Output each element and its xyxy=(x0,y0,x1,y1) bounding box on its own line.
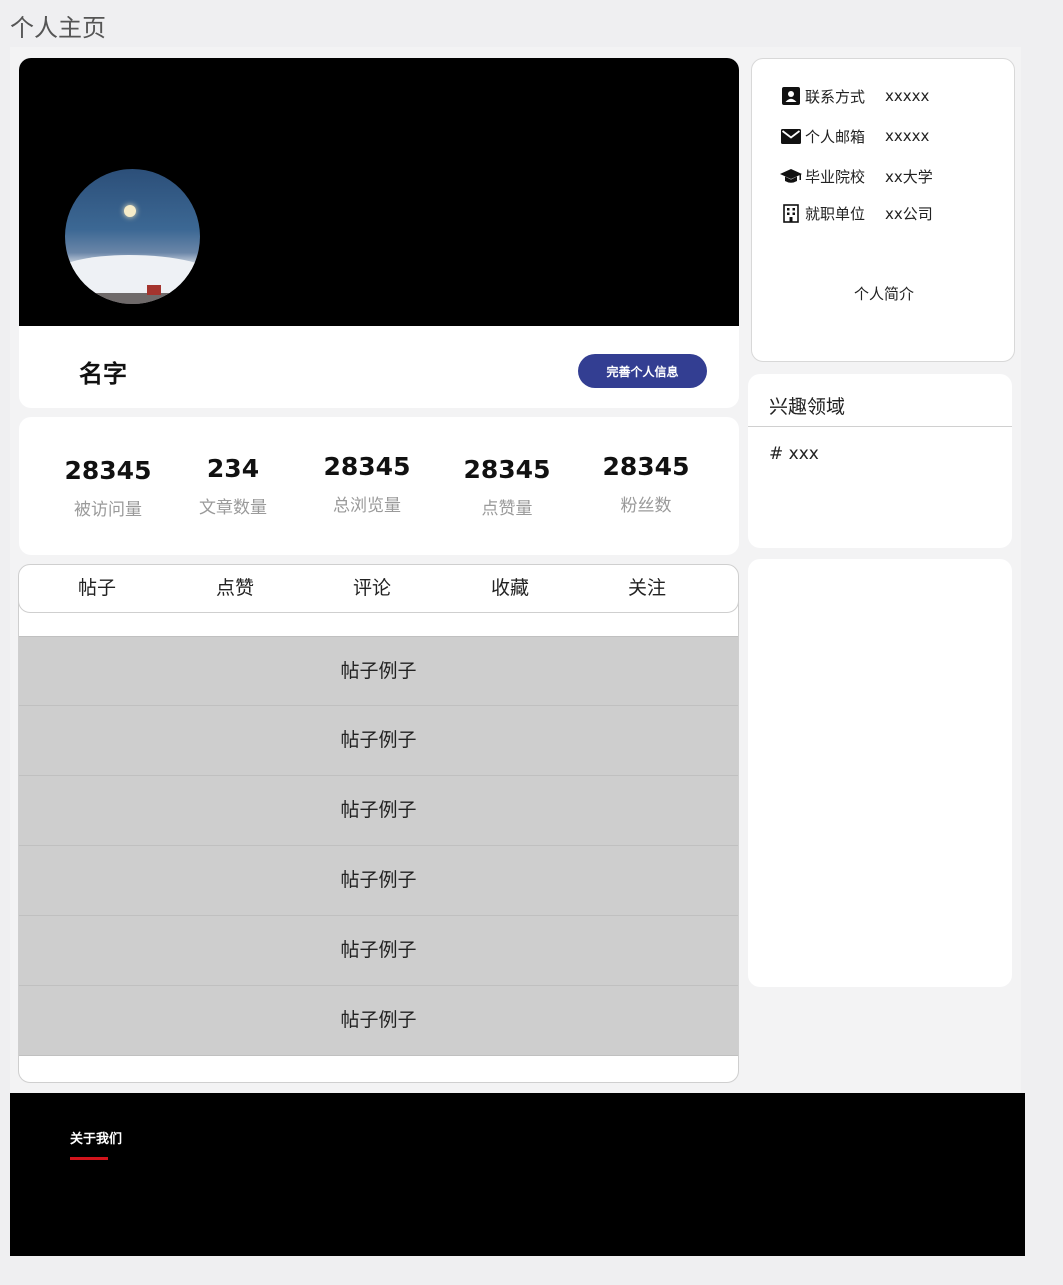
footer-underline xyxy=(70,1157,108,1160)
stat-label: 粉丝数 xyxy=(620,496,672,516)
profile-card: 名字 完善个人信息 xyxy=(19,58,739,408)
info-key: 毕业院校 xyxy=(805,167,866,186)
list-item[interactable]: 帖子例子 xyxy=(19,916,738,986)
about-us-link[interactable]: 关于我们 xyxy=(70,1128,122,1147)
avatar[interactable] xyxy=(65,169,200,304)
sidebar-panel xyxy=(748,559,1012,987)
edit-profile-button[interactable]: 完善个人信息 xyxy=(578,354,707,388)
stat-value: 28345 xyxy=(463,455,551,484)
moon-graphic xyxy=(124,205,136,217)
list-item[interactable]: 帖子例子 xyxy=(19,986,738,1056)
stat-followers: 28345 粉丝数 xyxy=(586,451,706,516)
list-item[interactable]: 帖子例子 xyxy=(19,776,738,846)
footer: 关于我们 xyxy=(10,1093,1025,1256)
interests-card: 兴趣领域 # xxx xyxy=(748,374,1012,548)
stat-value: 234 xyxy=(206,454,260,483)
post-list: 帖子例子 帖子例子 帖子例子 帖子例子 帖子例子 帖子例子 xyxy=(19,636,738,1056)
intro-label: 个人简介 xyxy=(853,285,914,303)
info-key: 就职单位 xyxy=(805,204,866,223)
info-row-email: 个人邮箱 xxxxx xyxy=(780,125,929,147)
stat-views: 28345 总浏览量 xyxy=(307,451,427,516)
list-item[interactable]: 帖子例子 xyxy=(19,846,738,916)
stats-card: 28345 被访问量 234 文章数量 28345 总浏览量 28345 点赞量… xyxy=(19,417,739,555)
tab-comments[interactable]: 评论 xyxy=(317,565,427,612)
personal-info-card: 联系方式 xxxxx 个人邮箱 xxxxx 毕业院校 xx大学 就职单位 xx公… xyxy=(751,58,1015,362)
list-item[interactable]: 帖子例子 xyxy=(19,706,738,776)
info-key: 个人邮箱 xyxy=(805,127,866,146)
contact-card-icon xyxy=(780,86,802,106)
house-graphic xyxy=(147,285,161,295)
info-key: 联系方式 xyxy=(805,87,866,106)
stat-articles: 234 文章数量 xyxy=(173,453,293,518)
info-row-company: 就职单位 xx公司 xyxy=(780,202,933,224)
building-icon xyxy=(780,203,802,223)
stat-visits: 28345 被访问量 xyxy=(48,455,168,520)
graduation-cap-icon xyxy=(780,166,802,186)
content-tabs: 帖子 点赞 评论 收藏 关注 xyxy=(18,564,739,613)
stat-value: 28345 xyxy=(64,456,152,485)
tab-posts[interactable]: 帖子 xyxy=(42,565,152,612)
mountain-graphic xyxy=(65,255,200,295)
info-value: xxxxx xyxy=(885,127,930,145)
interest-tag[interactable]: # xxx xyxy=(769,444,819,464)
stat-label: 文章数量 xyxy=(199,498,267,518)
info-value: xx大学 xyxy=(885,167,933,186)
stat-value: 28345 xyxy=(602,452,690,481)
page-title: 个人主页 xyxy=(10,14,106,42)
profile-name: 名字 xyxy=(79,360,127,388)
ground-graphic xyxy=(65,293,200,304)
stat-likes: 28345 点赞量 xyxy=(447,454,567,519)
stat-label: 总浏览量 xyxy=(333,496,401,516)
stat-label: 点赞量 xyxy=(481,499,533,519)
divider xyxy=(748,426,1012,427)
tab-following[interactable]: 关注 xyxy=(592,565,702,612)
info-value: xx公司 xyxy=(885,204,933,223)
stat-value: 28345 xyxy=(323,452,411,481)
list-item[interactable]: 帖子例子 xyxy=(19,636,738,706)
interests-title: 兴趣领域 xyxy=(769,396,846,418)
info-row-school: 毕业院校 xx大学 xyxy=(780,165,933,187)
info-row-contact: 联系方式 xxxxx xyxy=(780,85,929,107)
mail-icon xyxy=(780,126,802,146)
stat-label: 被访问量 xyxy=(74,500,142,520)
post-list-card: 帖子例子 帖子例子 帖子例子 帖子例子 帖子例子 帖子例子 xyxy=(18,600,739,1083)
tab-likes[interactable]: 点赞 xyxy=(180,565,290,612)
info-value: xxxxx xyxy=(885,87,930,105)
tab-favorites[interactable]: 收藏 xyxy=(455,565,565,612)
